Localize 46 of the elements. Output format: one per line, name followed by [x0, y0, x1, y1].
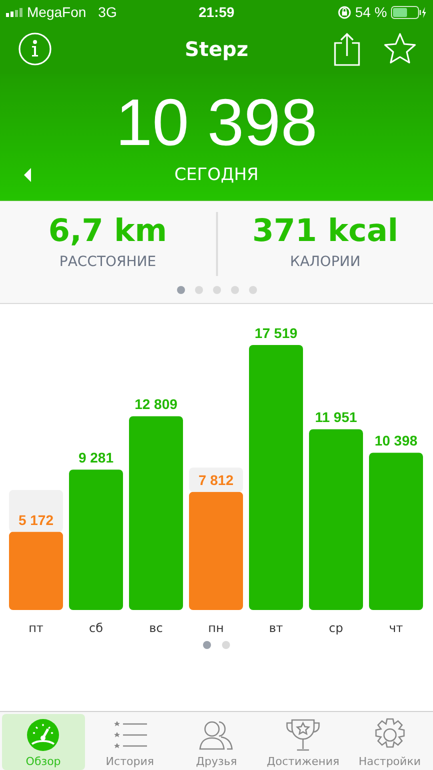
day-label: пт — [28, 621, 44, 635]
page-dot[interactable] — [248, 286, 256, 294]
stat-label: КАЛОРИИ — [290, 254, 360, 270]
step-count: 10 398 — [116, 84, 318, 160]
info-icon[interactable] — [18, 32, 52, 66]
bar-value-label: 17 519 — [254, 325, 298, 341]
previous-day-arrow-icon[interactable] — [24, 168, 32, 182]
tab-button[interactable]: История — [88, 714, 172, 770]
day-label: ср — [328, 621, 344, 635]
bar-value-label: 7 812 — [198, 472, 234, 488]
stat-value: 371 kcal — [252, 212, 398, 250]
share-icon[interactable] — [333, 32, 361, 66]
tab-button[interactable]: Настройки — [348, 714, 431, 770]
stat-value: 6,7 km — [48, 212, 168, 250]
page-dot[interactable] — [203, 641, 211, 649]
speedometer-icon — [26, 718, 60, 752]
network-type: 3G — [98, 4, 117, 20]
day-label: сб — [89, 621, 103, 635]
stat-label: РАССТОЯНИЕ — [59, 254, 156, 270]
star-icon[interactable] — [383, 32, 417, 66]
day-label: чт — [388, 621, 404, 635]
page-dot[interactable] — [222, 641, 230, 649]
page-dot[interactable] — [212, 286, 220, 294]
page-dot[interactable] — [194, 286, 202, 294]
tab-button[interactable]: Друзья — [175, 714, 258, 770]
bar-value-label: 5 172 — [18, 512, 54, 528]
bar-value-label: 9 281 — [78, 450, 114, 466]
page-dot[interactable] — [176, 286, 184, 294]
rotation-lock-icon — [338, 6, 352, 18]
trophy-icon — [286, 718, 320, 752]
signal-icon — [6, 8, 23, 16]
tab-button[interactable]: Достижения — [262, 714, 344, 770]
battery-charging-icon — [391, 6, 427, 18]
page-dot[interactable] — [230, 286, 238, 294]
day-label: пн — [208, 621, 224, 635]
carrier-name: MegaFon — [27, 4, 86, 20]
day-label: вт — [268, 621, 284, 635]
battery-percent: 54 % — [355, 4, 387, 20]
bar-value-label: 12 809 — [134, 396, 178, 412]
day-label: вс — [149, 621, 163, 635]
day-label: СЕГОДНЯ — [174, 165, 259, 185]
tab-button[interactable]: Обзор — [2, 714, 85, 770]
app-title: Stepz — [184, 37, 248, 61]
bar-value-label: 10 398 — [374, 432, 418, 449]
bar-value-label: 11 951 — [314, 409, 358, 426]
clock-time: 21:59 — [198, 4, 234, 20]
